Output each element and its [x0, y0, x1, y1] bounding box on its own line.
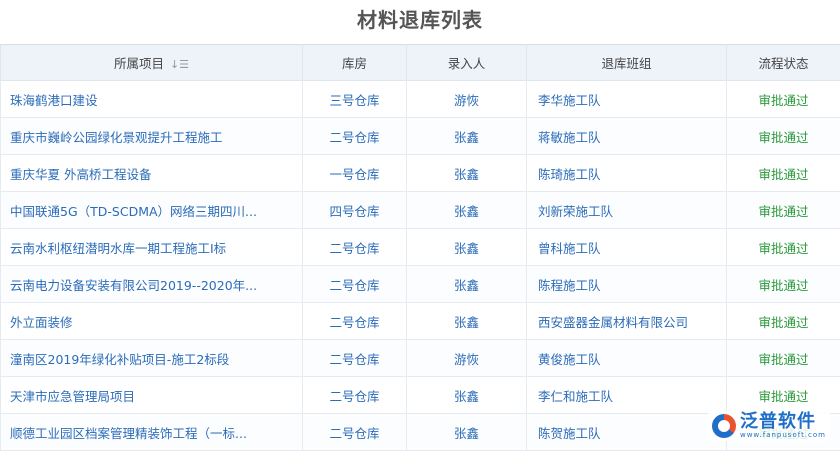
header-store: 库房: [303, 45, 407, 81]
cell-project[interactable]: 云南水利枢纽潜明水库一期工程施工I标: [1, 229, 303, 266]
cell-user[interactable]: 张鑫: [407, 192, 527, 229]
table-row[interactable]: 云南水利枢纽潜明水库一期工程施工I标 二号仓库 张鑫 曾科施工队 审批通过: [1, 229, 840, 266]
cell-team[interactable]: 曾科施工队: [527, 229, 727, 266]
cell-user[interactable]: 张鑫: [407, 377, 527, 414]
cell-project[interactable]: 顺德工业园区档案管理精装饰工程（一标...: [1, 414, 303, 451]
cell-status: 审批通过: [727, 377, 840, 414]
header-project[interactable]: 所属项目 ↓☰: [1, 45, 303, 81]
cell-project[interactable]: 潼南区2019年绿化补贴项目-施工2标段: [1, 340, 303, 377]
cell-user[interactable]: 张鑫: [407, 266, 527, 303]
cell-store[interactable]: 二号仓库: [303, 414, 407, 451]
cell-status: 审批通过: [727, 192, 840, 229]
header-user: 录入人: [407, 45, 527, 81]
header-team: 退库班组: [527, 45, 727, 81]
cell-user[interactable]: 游恢: [407, 81, 527, 118]
cell-store[interactable]: 二号仓库: [303, 303, 407, 340]
table-row[interactable]: 潼南区2019年绿化补贴项目-施工2标段 二号仓库 游恢 黄俊施工队 审批通过: [1, 340, 840, 377]
table-row[interactable]: 天津市应急管理局项目 二号仓库 张鑫 李仁和施工队 审批通过: [1, 377, 840, 414]
cell-status: 审批通过: [727, 303, 840, 340]
table-row[interactable]: 云南电力设备安装有限公司2019--2020年... 二号仓库 张鑫 陈程施工队…: [1, 266, 840, 303]
cell-project[interactable]: 云南电力设备安装有限公司2019--2020年...: [1, 266, 303, 303]
cell-team[interactable]: 蒋敏施工队: [527, 118, 727, 155]
cell-team[interactable]: 陈琦施工队: [527, 155, 727, 192]
cell-status: 审批通过: [727, 266, 840, 303]
table-row[interactable]: 中国联通5G（TD-SCDMA）网络三期四川... 四号仓库 张鑫 刘新荣施工队…: [1, 192, 840, 229]
cell-user[interactable]: 张鑫: [407, 118, 527, 155]
header-status: 流程状态: [727, 45, 840, 81]
page-title: 材料退库列表: [0, 0, 840, 44]
table-row[interactable]: 珠海鹤港口建设 三号仓库 游恢 李华施工队 审批通过: [1, 81, 840, 118]
cell-store[interactable]: 二号仓库: [303, 229, 407, 266]
cell-project[interactable]: 重庆市巍岭公园绿化景观提升工程施工: [1, 118, 303, 155]
cell-status: 审批通过: [727, 340, 840, 377]
cell-store[interactable]: 四号仓库: [303, 192, 407, 229]
cell-status: 审批通过: [727, 229, 840, 266]
cell-status: 审批通过: [727, 118, 840, 155]
cell-store[interactable]: 二号仓库: [303, 118, 407, 155]
cell-user[interactable]: 张鑫: [407, 155, 527, 192]
cell-team[interactable]: 陈贺施工队: [527, 414, 727, 451]
sort-icon[interactable]: ↓☰: [170, 58, 189, 71]
cell-status: 审批通过: [727, 155, 840, 192]
cell-team[interactable]: 李仁和施工队: [527, 377, 727, 414]
cell-project[interactable]: 重庆华夏 外高桥工程设备: [1, 155, 303, 192]
cell-user[interactable]: 张鑫: [407, 303, 527, 340]
table-header-row: 所属项目 ↓☰ 库房 录入人 退库班组 流程状态: [1, 45, 840, 81]
cell-store[interactable]: 三号仓库: [303, 81, 407, 118]
cell-user[interactable]: 张鑫: [407, 229, 527, 266]
cell-user[interactable]: 张鑫: [407, 414, 527, 451]
cell-project[interactable]: 珠海鹤港口建设: [1, 81, 303, 118]
fanpu-logo: 泛普软件 www.fanpusoft.com: [708, 411, 830, 441]
cell-store[interactable]: 二号仓库: [303, 340, 407, 377]
cell-store[interactable]: 二号仓库: [303, 266, 407, 303]
cell-team[interactable]: 李华施工队: [527, 81, 727, 118]
cell-team[interactable]: 陈程施工队: [527, 266, 727, 303]
header-project-label: 所属项目: [114, 56, 164, 71]
fanpu-logo-icon: [712, 414, 736, 438]
logo-name-cn: 泛普软件: [740, 413, 826, 431]
fanpu-logo-text: 泛普软件 www.fanpusoft.com: [740, 413, 826, 439]
logo-name-en: www.fanpusoft.com: [740, 432, 826, 439]
cell-store[interactable]: 一号仓库: [303, 155, 407, 192]
cell-project[interactable]: 中国联通5G（TD-SCDMA）网络三期四川...: [1, 192, 303, 229]
cell-store[interactable]: 二号仓库: [303, 377, 407, 414]
table-row[interactable]: 外立面装修 二号仓库 张鑫 西安盛器金属材料有限公司 审批通过: [1, 303, 840, 340]
cell-project[interactable]: 外立面装修: [1, 303, 303, 340]
cell-team[interactable]: 刘新荣施工队: [527, 192, 727, 229]
table-row[interactable]: 重庆华夏 外高桥工程设备 一号仓库 张鑫 陈琦施工队 审批通过: [1, 155, 840, 192]
material-return-table: 所属项目 ↓☰ 库房 录入人 退库班组 流程状态 珠海鹤港口建设 三号仓库 游恢 …: [0, 44, 840, 451]
cell-project[interactable]: 天津市应急管理局项目: [1, 377, 303, 414]
cell-team[interactable]: 西安盛器金属材料有限公司: [527, 303, 727, 340]
table-row[interactable]: 重庆市巍岭公园绿化景观提升工程施工 二号仓库 张鑫 蒋敏施工队 审批通过: [1, 118, 840, 155]
cell-team[interactable]: 黄俊施工队: [527, 340, 727, 377]
cell-user[interactable]: 游恢: [407, 340, 527, 377]
cell-status: 审批通过: [727, 81, 840, 118]
